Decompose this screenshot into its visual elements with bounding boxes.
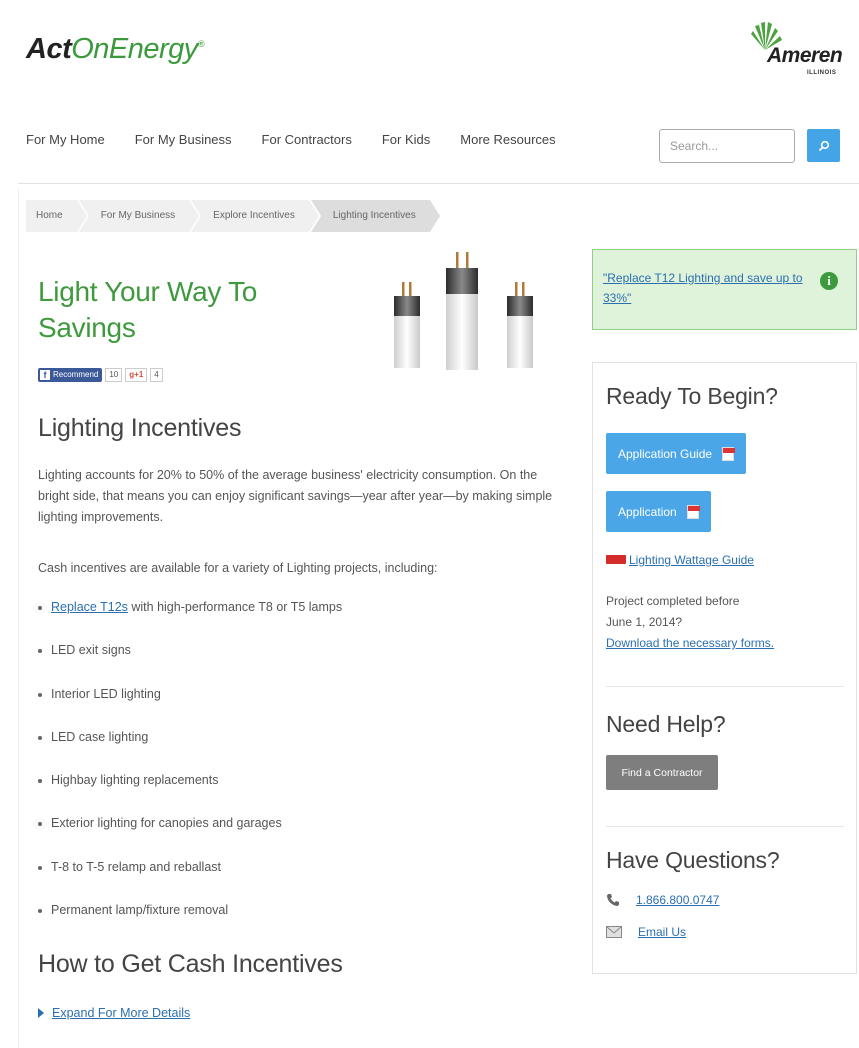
recommend-count: 10 xyxy=(105,368,123,382)
phone-row: 1.866.800.0747 xyxy=(606,893,719,907)
breadcrumb: Home For My Business Explore Incentives … xyxy=(26,200,442,232)
bullet-icon xyxy=(38,735,42,740)
header-divider xyxy=(18,183,859,184)
application-button[interactable]: Application xyxy=(606,491,711,532)
page: ActOnEnergy® Ameren ILLINOIS For My Home… xyxy=(0,0,859,1048)
page-title: Light Your Way To Savings xyxy=(38,276,258,343)
replace-t12s-link[interactable]: Replace T12s xyxy=(51,600,128,614)
search-button[interactable] xyxy=(807,129,840,162)
main-nav: For My Home For My Business For Contract… xyxy=(26,132,586,147)
sidebar-divider xyxy=(606,826,844,827)
ready-to-begin-heading: Ready To Begin? xyxy=(606,383,778,409)
bullet-icon xyxy=(38,909,42,914)
fluorescent-tubes-image xyxy=(394,252,533,370)
bullet-icon xyxy=(38,822,42,827)
section-title-how-to-get-cash-incentives: How to Get Cash Incentives xyxy=(38,950,343,978)
breadcrumb-for-my-business[interactable]: For My Business xyxy=(78,200,202,232)
sidebar: Ready To Begin? Application Guide Applic… xyxy=(592,362,857,974)
search-icon xyxy=(818,140,829,151)
gplus-count: 4 xyxy=(150,368,163,382)
list-item: LED case lighting xyxy=(38,727,342,770)
promo-alert: "Replace T12 Lighting and save up to 33%… xyxy=(592,249,857,330)
application-guide-button[interactable]: Application Guide xyxy=(606,433,747,474)
need-help-heading: Need Help? xyxy=(606,711,726,737)
breadcrumb-explore-incentives[interactable]: Explore Incentives xyxy=(191,200,321,232)
list-item: LED exit signs xyxy=(38,640,342,683)
bullet-icon xyxy=(38,649,42,654)
nav-item-for-my-business[interactable]: For My Business xyxy=(135,132,232,147)
list-item: Interior LED lighting xyxy=(38,684,342,727)
pdf-icon xyxy=(722,446,736,461)
nav-item-more-resources[interactable]: More Resources xyxy=(460,132,555,147)
phone-link[interactable]: 1.866.800.0747 xyxy=(636,893,719,907)
section-title-lighting-incentives: Lighting Incentives xyxy=(38,414,242,442)
facebook-icon: f xyxy=(40,370,50,380)
info-icon: i xyxy=(820,272,838,290)
find-contractor-button[interactable]: Find a Contractor xyxy=(606,755,718,790)
envelope-icon xyxy=(606,926,622,938)
list-item: Permanent lamp/fixture removal xyxy=(38,900,342,943)
phone-icon xyxy=(607,894,619,906)
replace-t12-promo-link[interactable]: "Replace T12 Lighting and save up to 33%… xyxy=(603,271,803,305)
search-input[interactable] xyxy=(659,129,795,163)
sidebar-divider xyxy=(606,686,844,687)
bullet-icon xyxy=(38,779,42,784)
list-item: Replace T12s with high-performance T8 or… xyxy=(38,597,342,640)
pdf-icon xyxy=(686,504,700,519)
intro-paragraph: Lighting accounts for 20% to 50% of the … xyxy=(38,468,553,524)
pdf-badge-icon xyxy=(606,555,626,565)
breadcrumb-home[interactable]: Home xyxy=(26,200,89,232)
actonenergy-logo[interactable]: ActOnEnergy® xyxy=(26,33,204,66)
have-questions-heading: Have Questions? xyxy=(606,847,780,873)
email-row: Email Us xyxy=(606,925,686,939)
content-border xyxy=(18,188,19,1048)
expand-details-link[interactable]: Expand For More Details xyxy=(52,1006,190,1020)
bullet-icon xyxy=(38,606,42,610)
bullet-icon xyxy=(38,865,42,870)
facebook-recommend-button[interactable]: f Recommend xyxy=(38,368,103,382)
download-forms-link[interactable]: Download the necessary forms. xyxy=(606,636,774,650)
nav-item-for-contractors[interactable]: For Contractors xyxy=(262,132,352,147)
cash-incentives-intro: Cash incentives are available for a vari… xyxy=(38,561,438,575)
bullet-icon xyxy=(38,692,42,697)
wattage-guide-row: Lighting Wattage Guide xyxy=(606,550,754,571)
email-us-link[interactable]: Email Us xyxy=(638,925,686,939)
expand-arrow-icon xyxy=(38,1008,44,1018)
project-completed-text: Project completed before June 1, 2014? D… xyxy=(606,594,775,650)
google-plus-button[interactable]: g+1 xyxy=(125,368,148,382)
expand-details-toggle[interactable]: Expand For More Details xyxy=(38,1006,190,1020)
lighting-wattage-guide-link[interactable]: Lighting Wattage Guide xyxy=(629,553,754,567)
social-share-bar: f Recommend 10 g+1 4 xyxy=(38,368,163,382)
list-item: Exterior lighting for canopies and garag… xyxy=(38,813,342,856)
list-item: Highbay lighting replacements xyxy=(38,770,342,813)
nav-item-for-my-home[interactable]: For My Home xyxy=(26,132,105,147)
ameren-logo[interactable]: Ameren ILLINOIS xyxy=(749,22,843,82)
list-item: T-8 to T-5 relamp and reballast xyxy=(38,857,342,900)
incentive-list: Replace T12s with high-performance T8 or… xyxy=(38,597,342,943)
nav-item-for-kids[interactable]: For Kids xyxy=(382,132,430,147)
breadcrumb-lighting-incentives: Lighting Incentives xyxy=(310,200,442,232)
